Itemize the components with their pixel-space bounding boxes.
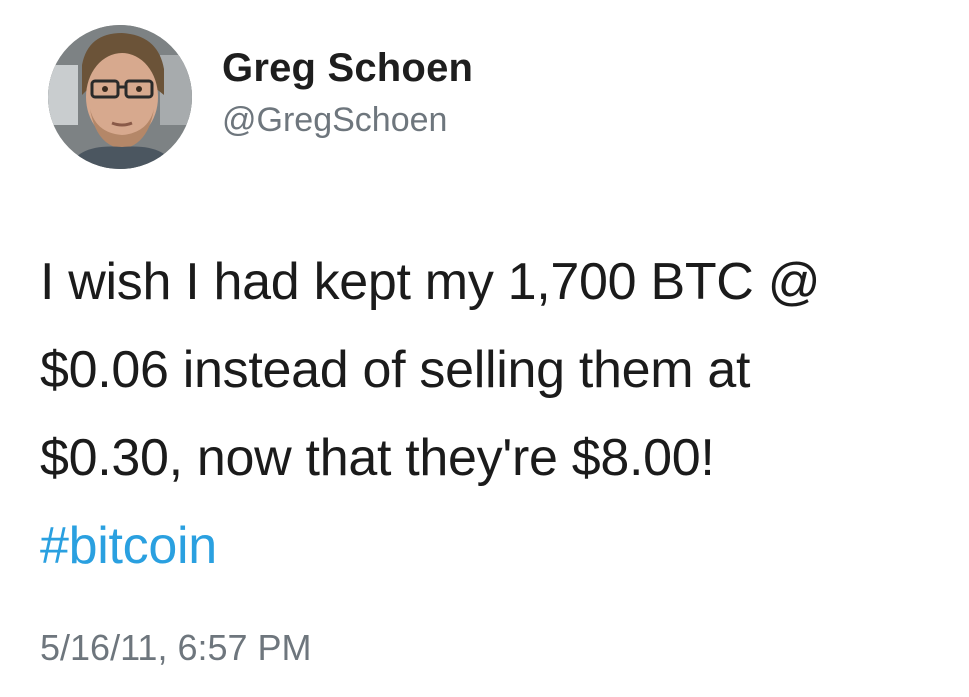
display-name[interactable]: Greg Schoen xyxy=(222,44,473,92)
tweet-header: Greg Schoen @GregSchoen xyxy=(48,22,473,172)
tweet-text-line: $0.30, now that they're $8.00! xyxy=(40,429,715,487)
tweet-timestamp[interactable]: 5/16/11, 6:57 PM xyxy=(40,626,312,670)
tweet-text-line: $0.06 instead of selling them at xyxy=(40,341,751,399)
hashtag-link[interactable]: #bitcoin xyxy=(40,517,217,575)
profile-photo-icon xyxy=(48,25,192,169)
tweet-card: Greg Schoen @GregSchoen I wish I had kep… xyxy=(0,0,969,697)
author-names: Greg Schoen @GregSchoen xyxy=(222,44,473,142)
avatar[interactable] xyxy=(48,25,192,169)
tweet-text-line: I wish I had kept my 1,700 BTC @ xyxy=(40,253,821,311)
tweet-text: I wish I had kept my 1,700 BTC @ $0.06 i… xyxy=(40,238,940,590)
handle[interactable]: @GregSchoen xyxy=(222,98,473,142)
